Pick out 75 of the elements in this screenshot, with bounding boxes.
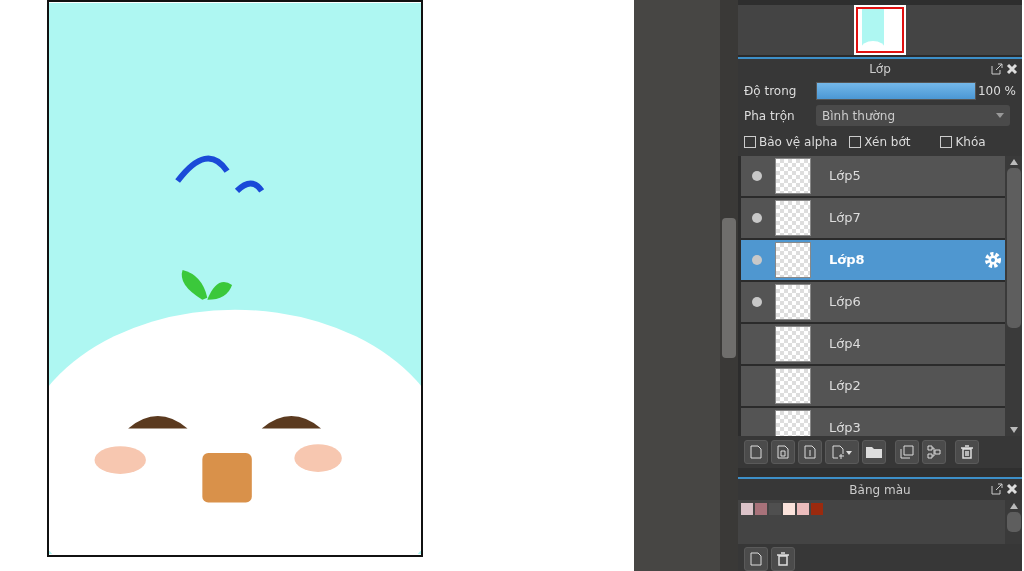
- layer-name: Lớp8: [829, 251, 865, 270]
- visibility-dot[interactable]: [752, 171, 762, 182]
- blend-dropdown[interactable]: Bình thường: [816, 105, 1010, 127]
- opacity-slider[interactable]: [817, 83, 975, 100]
- detach-icon[interactable]: [991, 483, 1003, 496]
- color-swatch[interactable]: [783, 503, 795, 515]
- trash-icon: [776, 552, 790, 566]
- color-swatch[interactable]: [811, 503, 823, 515]
- blend-label: Pha trộn: [744, 107, 796, 125]
- layer-row[interactable]: Lớp4: [741, 324, 1005, 367]
- page-icon: [804, 445, 816, 460]
- layer-thumbnail: [775, 368, 811, 405]
- navigator-thumbnail[interactable]: [854, 4, 906, 55]
- layer-thumbnail: [775, 200, 811, 237]
- color-swatch[interactable]: [741, 503, 753, 515]
- layer-name: Lớp5: [829, 167, 861, 186]
- page-icon: [777, 445, 789, 460]
- layer-name: Lớp4: [829, 335, 861, 354]
- layer-row[interactable]: Lớp3: [741, 408, 1005, 437]
- layer-thumbnail: [775, 326, 811, 363]
- gear-icon[interactable]: [984, 251, 1002, 270]
- scroll-down-icon[interactable]: [1009, 427, 1018, 434]
- add-color-button[interactable]: [744, 547, 768, 571]
- delete-layer-button[interactable]: [955, 440, 979, 465]
- layer-name: Lớp3: [829, 419, 861, 437]
- page-plus-icon: [832, 445, 852, 460]
- layer-thumbnail: [775, 242, 811, 279]
- scrollbar-thumb[interactable]: [722, 218, 736, 358]
- layer-name: Lớp7: [829, 209, 861, 228]
- layer-name: Lớp6: [829, 293, 861, 312]
- new-layer-button[interactable]: [744, 440, 768, 465]
- caret-icon: [996, 113, 1004, 119]
- layer-row[interactable]: Lớp6: [741, 282, 1005, 325]
- layer-row[interactable]: Lớp7: [741, 198, 1005, 241]
- visibility-dot[interactable]: [752, 255, 762, 266]
- page-icon: [750, 552, 762, 566]
- copy-icon: [900, 445, 914, 460]
- duplicate-layer-button[interactable]: [895, 440, 919, 465]
- checkbox-label: Xén bớt: [864, 134, 911, 152]
- layer-thumbnail: [775, 284, 811, 321]
- checkbox[interactable]: [940, 136, 953, 149]
- color-swatch[interactable]: [755, 503, 767, 515]
- checkbox-label: Bảo vệ alpha: [759, 134, 838, 152]
- new-halftone-layer-button[interactable]: [771, 440, 795, 465]
- palette-scrollbar-thumb[interactable]: [1006, 512, 1021, 532]
- layer-thumbnail: [775, 158, 811, 195]
- page-icon: [750, 445, 762, 460]
- color-swatch[interactable]: [797, 503, 809, 515]
- delete-color-button[interactable]: [771, 547, 795, 571]
- merge-layer-button[interactable]: [922, 440, 946, 465]
- layer-name: Lớp2: [829, 377, 861, 396]
- panel-title: Bảng màu: [849, 481, 911, 499]
- checkbox[interactable]: [744, 136, 756, 149]
- layer-scrollbar-thumb[interactable]: [1006, 168, 1021, 329]
- layer-row[interactable]: Lớp8: [741, 240, 1005, 283]
- new-1bit-layer-button[interactable]: [798, 440, 822, 465]
- panel-title: Lớp: [869, 60, 891, 78]
- folder-icon: [866, 446, 882, 459]
- layer-row[interactable]: Lớp2: [741, 366, 1005, 409]
- checkbox-label: Khóa: [955, 134, 986, 152]
- scroll-up-icon[interactable]: [1009, 159, 1018, 166]
- opacity-reading: 100 %: [977, 83, 1016, 101]
- visibility-dot[interactable]: [752, 213, 762, 224]
- trash-icon: [960, 445, 974, 460]
- opacity-label: Độ trong: [744, 83, 798, 101]
- detach-icon[interactable]: [991, 62, 1003, 75]
- scroll-up-icon[interactable]: [1009, 503, 1018, 509]
- new-folder-button[interactable]: [862, 440, 886, 465]
- checkbox[interactable]: [849, 136, 862, 149]
- close-icon[interactable]: [1006, 483, 1018, 496]
- layer-thumbnail: [775, 410, 811, 437]
- layer-row[interactable]: Lớp5: [741, 156, 1005, 199]
- visibility-dot[interactable]: [752, 297, 762, 308]
- add-layer-dropdown[interactable]: [825, 440, 859, 465]
- close-icon[interactable]: [1006, 62, 1018, 75]
